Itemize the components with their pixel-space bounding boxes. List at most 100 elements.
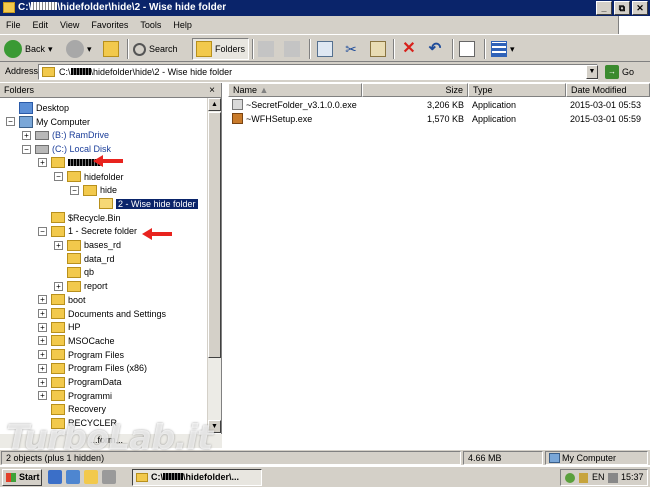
quicklaunch-desktop-icon[interactable] <box>66 470 80 484</box>
menu-view[interactable]: View <box>54 20 85 30</box>
menu-help[interactable]: Help <box>167 20 198 30</box>
tree-item-label: Recovery <box>68 404 107 415</box>
expand-icon[interactable]: + <box>22 130 31 140</box>
collapse-icon[interactable]: − <box>38 226 47 236</box>
keyboard-icon[interactable] <box>579 473 588 483</box>
folders-button[interactable]: Folders <box>192 38 250 60</box>
tree-item-label: MSOCache <box>68 335 115 346</box>
tree-vertical-scrollbar[interactable]: ▲ ▼ <box>207 98 221 433</box>
file-row[interactable]: ~WFHSetup.exe 1,570 KB Application 2015-… <box>228 112 650 126</box>
annotation-arrow <box>142 228 172 240</box>
tree-item[interactable]: − (C:) Local Disk <box>22 142 111 156</box>
folders-icon <box>196 41 212 57</box>
volume-icon[interactable] <box>608 473 618 483</box>
paste-button[interactable] <box>370 38 386 60</box>
tree-item[interactable]: + Program Files <box>38 348 124 362</box>
go-arrow-icon: → <box>605 65 619 79</box>
expand-icon[interactable]: + <box>38 391 47 401</box>
quicklaunch-ie-icon[interactable] <box>48 470 62 484</box>
tree-item[interactable]: data_rd <box>54 252 115 266</box>
clock[interactable]: 15:37 <box>621 470 644 485</box>
copy-to-button[interactable] <box>284 38 300 60</box>
column-header-type[interactable]: Type <box>468 83 566 97</box>
folder-icon <box>42 67 55 77</box>
tree-item[interactable]: − 1 - Secrete folder <box>38 224 137 238</box>
tree-item[interactable]: + report <box>54 279 108 293</box>
views-button[interactable]: ▾ <box>491 38 515 60</box>
undo-button[interactable]: ↶ <box>427 38 443 60</box>
chevron-down-icon: ▾ <box>87 43 92 54</box>
menu-edit[interactable]: Edit <box>27 20 55 30</box>
expand-icon[interactable]: + <box>38 336 47 346</box>
file-row[interactable]: ~SecretFolder_v3.1.0.0.exe 3,206 KB Appl… <box>228 98 650 112</box>
tree-item[interactable]: Recovery <box>38 402 106 416</box>
scroll-up-arrow[interactable]: ▲ <box>208 98 221 111</box>
menu-tools[interactable]: Tools <box>134 20 167 30</box>
expand-icon[interactable]: + <box>54 240 63 250</box>
back-button[interactable]: Back ▾ <box>4 38 53 60</box>
folders-pane: Folders × Desktop − My Computer + (B:) RamDr… <box>0 83 222 448</box>
collapse-icon[interactable]: − <box>22 144 31 154</box>
folder-icon <box>51 390 65 402</box>
quicklaunch-app-icon[interactable] <box>102 470 116 484</box>
tree-item[interactable]: − hidefolder <box>54 170 124 184</box>
language-indicator[interactable]: EN <box>592 470 605 485</box>
address-dropdown-button[interactable]: ▼ <box>586 65 598 79</box>
collapse-icon[interactable]: − <box>6 117 15 127</box>
delete-button[interactable]: ✕ <box>401 38 417 60</box>
collapse-icon[interactable]: − <box>54 172 63 181</box>
copy-button[interactable] <box>317 38 333 60</box>
tree-item[interactable]: + bases_rd <box>54 238 121 252</box>
folders-label: Folders <box>215 44 246 54</box>
tree-item[interactable]: + HP <box>38 320 81 334</box>
start-button[interactable]: Start <box>2 469 42 486</box>
quicklaunch-explorer-icon[interactable] <box>84 470 98 484</box>
forward-button[interactable]: ▾ <box>66 38 92 60</box>
expand-icon[interactable]: + <box>54 281 63 291</box>
column-header-size[interactable]: Size <box>362 83 468 97</box>
tree-item[interactable]: − hide <box>70 183 117 197</box>
tree-item[interactable]: + Programmi <box>38 389 112 403</box>
tree-item[interactable]: + Documents and Settings <box>38 307 166 321</box>
collapse-icon[interactable]: − <box>70 185 79 195</box>
tree-item[interactable]: + ProgramData <box>38 375 122 389</box>
tree-item[interactable]: $Recycle.Bin <box>38 211 121 225</box>
tree-item[interactable]: + Program Files (x86) <box>38 361 147 375</box>
properties-button[interactable] <box>459 38 475 60</box>
column-header-date[interactable]: Date Modified <box>566 83 650 97</box>
expand-icon[interactable]: + <box>38 377 47 387</box>
expand-icon[interactable]: + <box>38 322 47 332</box>
expand-icon[interactable]: + <box>38 363 47 373</box>
close-icon[interactable]: × <box>209 83 215 98</box>
tree-item[interactable]: + boot <box>38 293 86 307</box>
column-header-name[interactable]: Name ▲ <box>228 83 362 97</box>
tree-item[interactable]: qb <box>54 265 94 279</box>
address-input[interactable]: C:\ \hidefolder\hide\2 - Wise hide folder <box>38 64 598 80</box>
restore-button[interactable]: ⧉ <box>614 1 630 15</box>
move-to-button[interactable] <box>258 38 274 60</box>
expand-icon[interactable]: + <box>38 350 47 360</box>
scroll-thumb[interactable] <box>208 112 221 358</box>
tree-item-label: My Computer <box>36 116 91 127</box>
paste-icon <box>370 41 386 57</box>
menu-file[interactable]: File <box>0 20 27 30</box>
minimize-button[interactable]: _ <box>596 1 612 15</box>
tree-item[interactable]: + MSOCache <box>38 334 115 348</box>
tree-item[interactable]: Desktop <box>6 101 69 115</box>
expand-icon[interactable]: + <box>38 309 47 318</box>
go-button[interactable]: → Go <box>605 65 634 79</box>
cut-button[interactable]: ✂ <box>343 38 359 60</box>
menu-favorites[interactable]: Favorites <box>85 20 134 30</box>
address-prefix: C:\ <box>59 67 71 77</box>
close-button[interactable]: ✕ <box>632 1 648 15</box>
tree-item[interactable]: + (B:) RamDrive <box>22 128 109 142</box>
taskbar-window-button[interactable]: C:\ \hidefolder\... <box>132 469 262 486</box>
search-button[interactable]: Search <box>133 38 178 60</box>
up-button[interactable] <box>103 38 119 60</box>
tray-icon[interactable] <box>565 473 575 483</box>
tree-item-label: Program Files (x86) <box>68 363 148 374</box>
tree-item[interactable]: − My Computer <box>6 115 90 129</box>
tree-item[interactable]: 2 - Wise hide folder <box>86 197 198 211</box>
expand-icon[interactable]: + <box>38 158 47 168</box>
expand-icon[interactable]: + <box>38 295 47 305</box>
